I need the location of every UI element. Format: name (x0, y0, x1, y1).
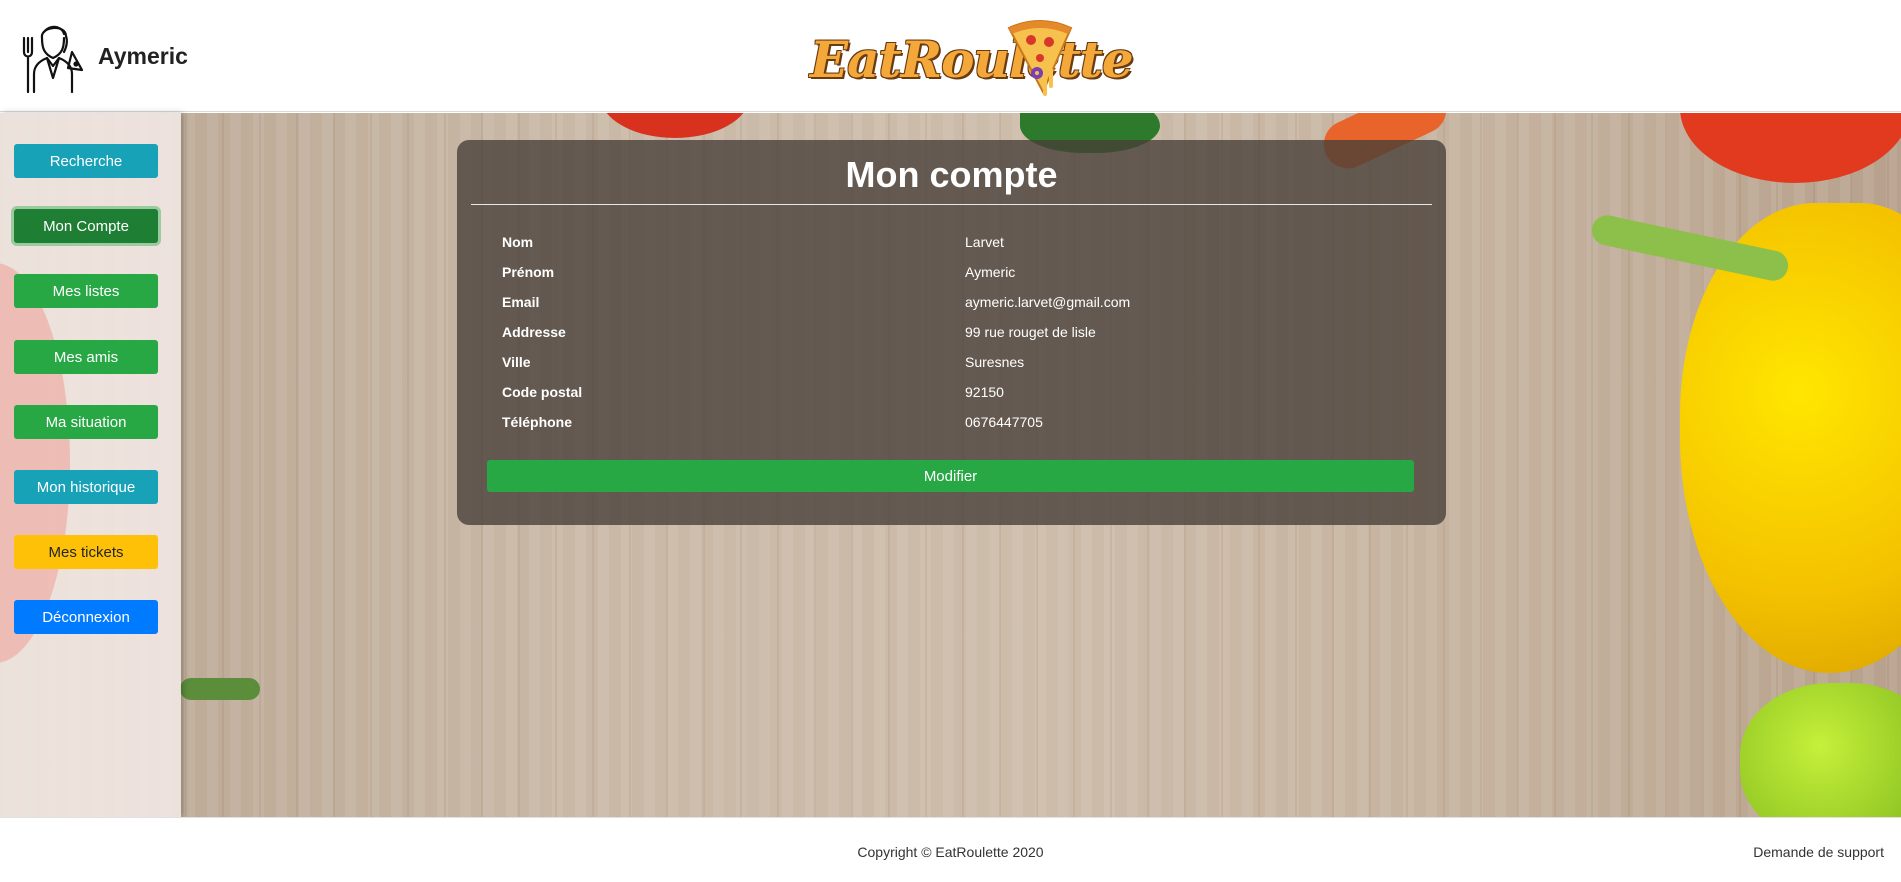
modify-button[interactable]: Modifier (487, 460, 1414, 492)
field-value: aymeric.larvet@gmail.com (965, 294, 1131, 310)
info-row-prenom: Prénom Aymeric (502, 264, 1402, 294)
info-row-telephone: Téléphone 0676447705 (502, 414, 1402, 444)
sidebar-item-mes-amis[interactable]: Mes amis (14, 340, 158, 374)
username: Aymeric (98, 42, 188, 69)
copyright-text: Copyright © EatRoulette 2020 (857, 844, 1044, 860)
info-row-code-postal: Code postal 92150 (502, 384, 1402, 414)
field-label: Téléphone (502, 414, 573, 430)
chef-avatar-icon (22, 25, 84, 94)
field-label: Ville (502, 354, 531, 370)
info-row-email: Email aymeric.larvet@gmail.com (502, 294, 1402, 324)
sidebar-item-recherche[interactable]: Recherche (14, 144, 158, 178)
support-link[interactable]: Demande de support (1753, 844, 1884, 860)
sidebar-item-ma-situation[interactable]: Ma situation (14, 405, 158, 439)
field-label: Email (502, 294, 540, 310)
tomato-right-decoration (1680, 113, 1901, 183)
field-value: 99 rue rouget de lisle (965, 324, 1096, 340)
info-row-adresse: Addresse 99 rue rouget de lisle (502, 324, 1402, 354)
field-label: Addresse (502, 324, 566, 340)
field-label: Nom (502, 234, 534, 250)
info-row-nom: Nom Larvet (502, 234, 1402, 264)
sidebar-item-mes-tickets[interactable]: Mes tickets (14, 535, 158, 569)
title-divider (471, 204, 1432, 205)
field-value: Larvet (965, 234, 1004, 250)
field-value: Aymeric (965, 264, 1016, 280)
field-label: Code postal (502, 384, 583, 400)
logo-text: EatRoulette (810, 30, 1134, 89)
sidebar-item-mon-historique[interactable]: Mon historique (14, 470, 158, 504)
header: Aymeric EatRoulette (0, 0, 1901, 112)
field-value: Suresnes (965, 354, 1025, 370)
account-card: Mon compte Nom Larvet Prénom Aymeric Ema… (457, 140, 1446, 525)
green-pepper-decoration (1740, 683, 1901, 817)
page-title: Mon compte (845, 154, 1058, 195)
sidebar-item-deconnexion[interactable]: Déconnexion (14, 600, 158, 634)
field-value: 92150 (965, 384, 1004, 400)
sidebar-item-mon-compte[interactable]: Mon Compte (14, 209, 158, 243)
footer: Copyright © EatRoulette 2020 Demande de … (0, 817, 1901, 882)
user-profile[interactable]: Aymeric (20, 18, 188, 94)
pizza-slice-icon (1007, 20, 1073, 96)
info-row-ville: Ville Suresnes (502, 354, 1402, 384)
eatroulette-logo[interactable]: EatRoulette (810, 14, 1134, 100)
field-value: 0676447705 (965, 414, 1043, 430)
tomato-decoration (600, 113, 750, 138)
sidebar-item-mes-listes[interactable]: Mes listes (14, 274, 158, 308)
sidebar: Recherche Mon Compte Mes listes Mes amis… (0, 113, 181, 817)
vine-decoration (180, 678, 260, 700)
field-label: Prénom (502, 264, 555, 280)
yellow-pepper-decoration (1680, 203, 1901, 673)
